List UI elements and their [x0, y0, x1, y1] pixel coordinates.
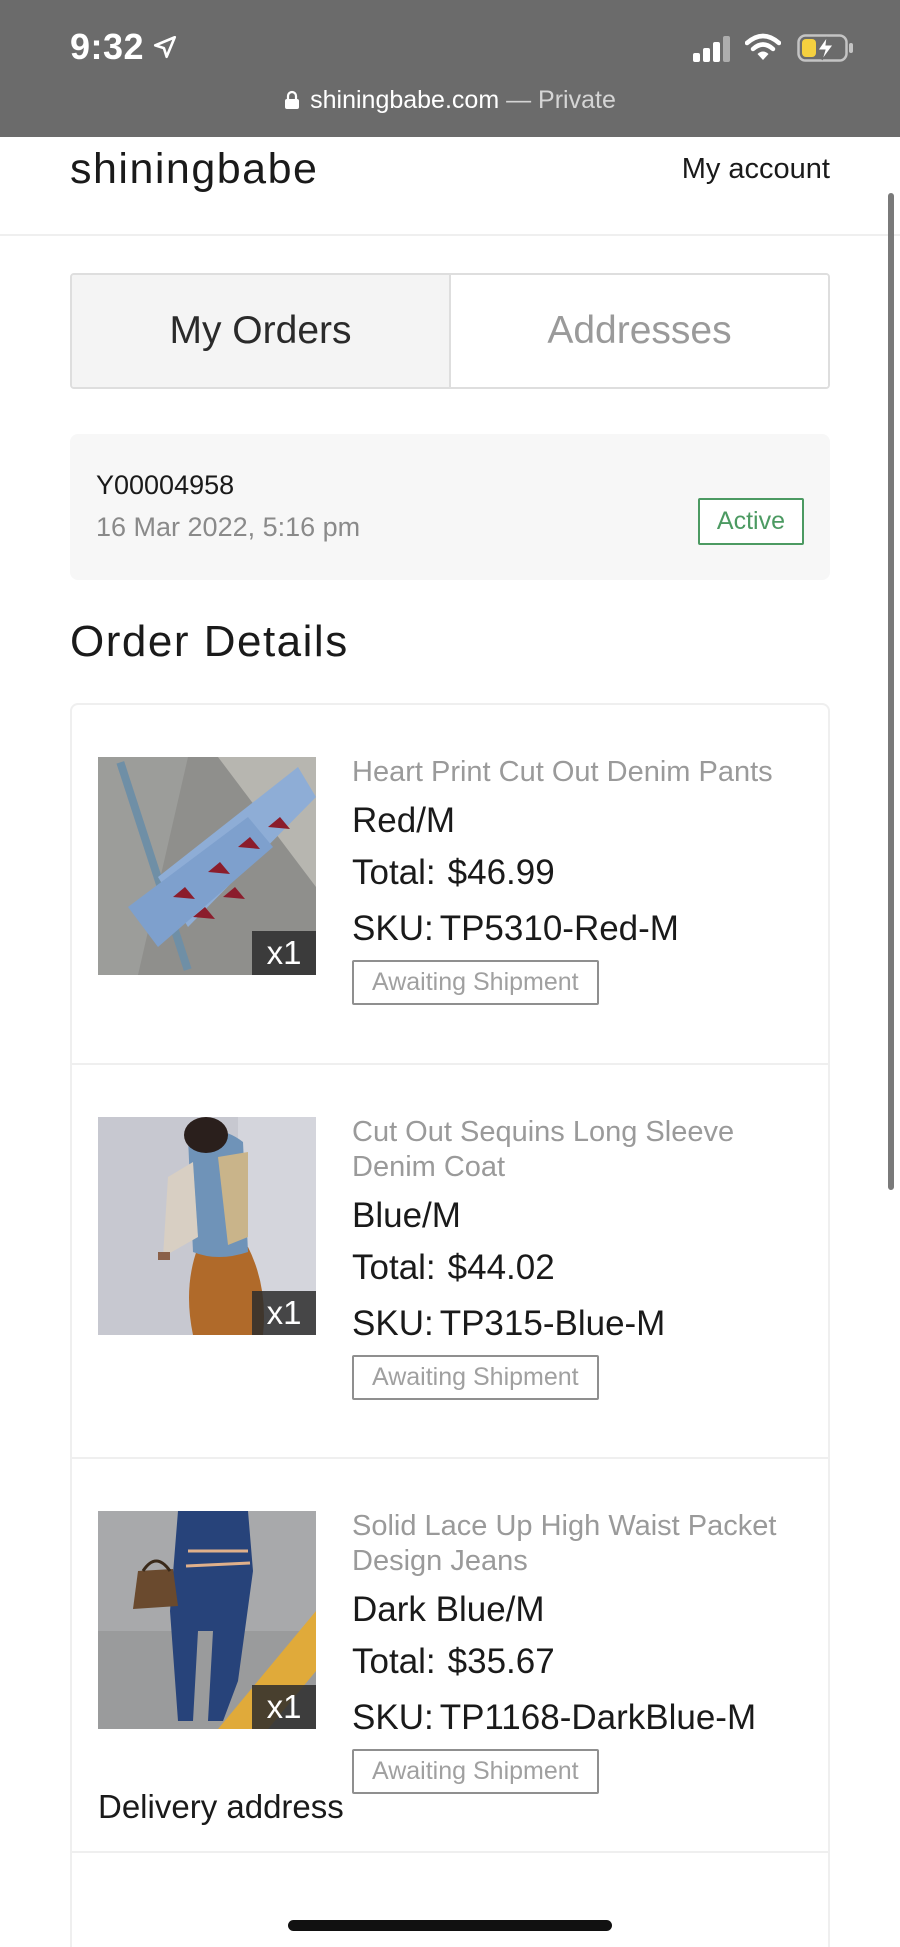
order-date: 16 Mar 2022, 5:16 pm: [96, 512, 361, 542]
cellular-signal-icon: [693, 36, 733, 62]
item-name[interactable]: Cut Out Sequins Long Sleeve Denim Coat: [352, 1115, 812, 1185]
site-header: shiningbabe My account: [0, 137, 900, 236]
wifi-icon: [745, 33, 781, 60]
delivery-address-title: Delivery address: [98, 1788, 344, 1825]
item-sku: SKU: TP5310-Red-M: [352, 908, 812, 950]
quantity-badge: x1: [252, 1685, 316, 1729]
item-info: Heart Print Cut Out Denim Pants Red/M To…: [352, 755, 812, 1005]
quantity-badge: x1: [252, 1291, 316, 1335]
total-label: Total:: [352, 1248, 436, 1287]
total-value: $44.02: [447, 1248, 555, 1287]
battery-charging-icon: [797, 34, 853, 62]
item-sku: SKU: TP315-Blue-M: [352, 1303, 812, 1345]
private-label: Private: [538, 86, 616, 114]
tab-my-orders[interactable]: My Orders: [72, 275, 451, 387]
sku-label: SKU:: [352, 1698, 434, 1737]
total-value: $46.99: [447, 853, 555, 892]
url-separator: —: [506, 86, 532, 114]
item-variant: Red/M: [352, 801, 456, 840]
page-scrollbar[interactable]: [888, 193, 894, 1190]
sku-label: SKU:: [352, 909, 434, 948]
status-time: 9:32: [70, 26, 145, 67]
order-status-badge: Active: [697, 498, 804, 545]
order-item[interactable]: x1 Cut Out Sequins Long Sleeve Denim Coa…: [72, 1065, 828, 1459]
tab-addresses[interactable]: Addresses: [451, 275, 828, 387]
item-variant: Dark Blue/M: [352, 1590, 545, 1629]
sku-label: SKU:: [352, 1304, 434, 1343]
item-total: Total: $46.99: [352, 852, 812, 894]
shipment-status-badge: Awaiting Shipment: [352, 1749, 599, 1794]
order-details-title: Order Details: [70, 617, 349, 666]
shipment-status-badge: Awaiting Shipment: [352, 1355, 599, 1400]
location-arrow-icon: [153, 35, 177, 59]
order-id: Y00004958: [96, 470, 235, 500]
lock-icon: [285, 90, 300, 109]
item-name[interactable]: Solid Lace Up High Waist Packet Design J…: [352, 1509, 812, 1579]
product-image[interactable]: x1: [98, 757, 316, 975]
order-items-list: x1 Heart Print Cut Out Denim Pants Red/M…: [70, 703, 830, 1947]
shipment-status-badge: Awaiting Shipment: [352, 960, 599, 1005]
total-label: Total:: [352, 853, 436, 892]
item-total: Total: $35.67: [352, 1641, 812, 1683]
total-label: Total:: [352, 1642, 436, 1681]
order-item[interactable]: x1 Heart Print Cut Out Denim Pants Red/M…: [72, 705, 828, 1065]
url-domain: shiningbabe.com: [310, 86, 500, 114]
item-info: Cut Out Sequins Long Sleeve Denim Coat B…: [352, 1115, 812, 1400]
item-sku: SKU: TP1168-DarkBlue-M: [352, 1697, 812, 1739]
my-account-link[interactable]: My account: [682, 153, 830, 186]
order-summary-card[interactable]: Y00004958 16 Mar 2022, 5:16 pm Active: [70, 434, 830, 580]
item-total: Total: $44.02: [352, 1247, 812, 1289]
product-image[interactable]: x1: [98, 1117, 316, 1335]
sku-value: TP315-Blue-M: [439, 1304, 666, 1343]
brand-logo[interactable]: shiningbabe: [70, 145, 318, 194]
url-bar[interactable]: shiningbabe.com — Private: [0, 86, 900, 115]
item-variant: Blue/M: [352, 1196, 461, 1235]
product-image[interactable]: x1: [98, 1511, 316, 1729]
home-indicator[interactable]: [288, 1920, 612, 1931]
sku-value: TP1168-DarkBlue-M: [439, 1698, 757, 1737]
item-name[interactable]: Heart Print Cut Out Denim Pants: [352, 755, 812, 790]
sku-value: TP5310-Red-M: [439, 909, 679, 948]
total-value: $35.67: [447, 1642, 555, 1681]
quantity-badge: x1: [252, 931, 316, 975]
status-bar: 9:32 shiningbabe.com — Private: [0, 0, 900, 137]
account-tabs: My Orders Addresses: [70, 273, 830, 389]
item-info: Solid Lace Up High Waist Packet Design J…: [352, 1509, 812, 1794]
